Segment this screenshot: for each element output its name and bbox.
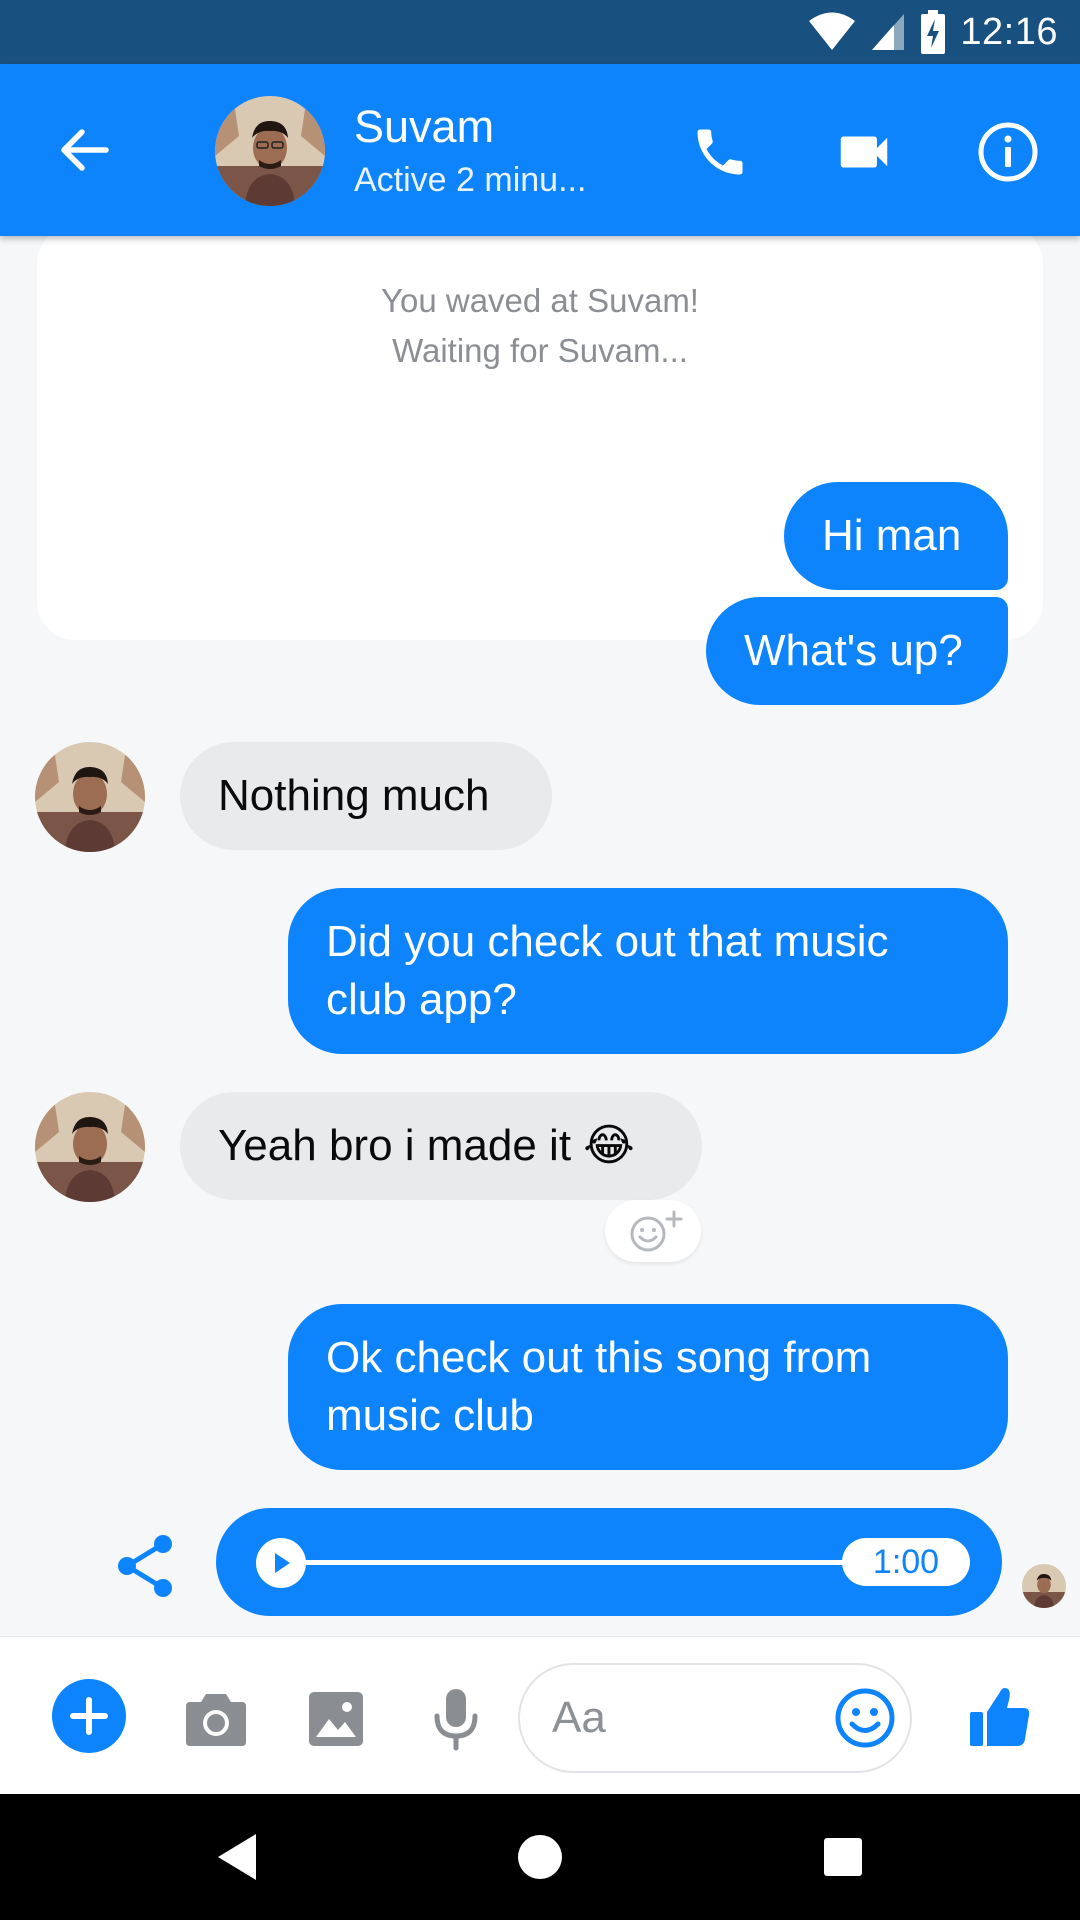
camera-button[interactable] bbox=[178, 1681, 254, 1757]
back-button[interactable] bbox=[52, 118, 116, 182]
camera-icon bbox=[186, 1694, 246, 1746]
thumbs-up-icon bbox=[970, 1688, 1030, 1746]
contact-avatar-small[interactable] bbox=[35, 1092, 145, 1202]
square-recents-icon bbox=[824, 1838, 862, 1876]
incoming-message[interactable]: Yeah bro i made it 😂 bbox=[180, 1092, 702, 1200]
message-text: What's up? bbox=[744, 626, 963, 675]
message-text: Did you check out that music club app? bbox=[326, 917, 889, 1024]
system-navigation-bar bbox=[0, 1794, 1080, 1920]
plus-icon bbox=[70, 1697, 108, 1735]
gallery-button[interactable] bbox=[298, 1681, 374, 1757]
message-text: Ok check out this song from music club bbox=[326, 1333, 872, 1440]
conversation-header: Suvam Active 2 minu... bbox=[0, 64, 1080, 236]
outgoing-message[interactable]: Ok check out this song from music club bbox=[288, 1304, 1008, 1470]
add-reaction-icon bbox=[630, 1210, 683, 1252]
circle-home-icon bbox=[518, 1835, 562, 1879]
triangle-back-icon bbox=[218, 1834, 256, 1880]
add-reaction-button[interactable] bbox=[605, 1200, 701, 1262]
contact-avatar-small[interactable] bbox=[35, 742, 145, 852]
audio-progress-track[interactable] bbox=[304, 1560, 864, 1565]
share-icon bbox=[118, 1535, 172, 1597]
battery-charging-icon bbox=[920, 10, 946, 54]
phone-icon bbox=[697, 129, 743, 175]
outgoing-message[interactable]: Did you check out that music club app? bbox=[288, 888, 1008, 1054]
status-bar: 12:16 bbox=[0, 0, 1080, 64]
message-composer bbox=[0, 1636, 1080, 1794]
play-icon bbox=[275, 1553, 290, 1573]
incoming-message[interactable]: Nothing much bbox=[180, 742, 552, 850]
emoji-button[interactable] bbox=[832, 1685, 898, 1751]
status-time: 12:16 bbox=[960, 10, 1058, 53]
signal-icon bbox=[870, 12, 906, 52]
voice-call-button[interactable] bbox=[682, 114, 758, 190]
message-text: Hi man bbox=[822, 511, 962, 560]
audio-message-player[interactable]: 1:00 bbox=[216, 1508, 1002, 1616]
message-text: Yeah bro i made it 😂 bbox=[218, 1121, 635, 1170]
nav-home-button[interactable] bbox=[507, 1824, 573, 1890]
contact-info[interactable]: Suvam Active 2 minu... bbox=[354, 100, 586, 202]
wifi-icon bbox=[808, 12, 856, 52]
wave-notice-text: You waved at Suvam! Waiting for Suvam... bbox=[37, 276, 1043, 376]
share-button[interactable] bbox=[112, 1530, 178, 1602]
microphone-icon bbox=[434, 1689, 478, 1751]
video-call-button[interactable] bbox=[826, 114, 902, 190]
voice-record-button[interactable] bbox=[418, 1681, 494, 1757]
wave-notice-line2: Waiting for Suvam... bbox=[392, 332, 688, 369]
gallery-icon bbox=[309, 1692, 363, 1746]
emoji-icon bbox=[835, 1688, 895, 1748]
nav-recents-button[interactable] bbox=[810, 1824, 876, 1890]
conversation-info-button[interactable] bbox=[970, 114, 1046, 190]
message-input[interactable] bbox=[552, 1687, 812, 1749]
message-text: Nothing much bbox=[218, 771, 490, 820]
outgoing-message[interactable]: Hi man bbox=[784, 482, 1008, 590]
contact-name: Suvam bbox=[354, 101, 495, 152]
seen-receipt-avatar bbox=[1022, 1564, 1066, 1608]
play-button[interactable] bbox=[256, 1538, 306, 1588]
audio-duration: 1:00 bbox=[842, 1538, 970, 1586]
message-thread[interactable]: You waved at Suvam! Waiting for Suvam...… bbox=[0, 226, 1080, 1636]
wave-notice-line1: You waved at Suvam! bbox=[381, 282, 699, 319]
contact-active-status: Active 2 minu... bbox=[354, 161, 587, 199]
arrow-back-icon bbox=[61, 129, 109, 171]
contact-avatar[interactable] bbox=[215, 96, 325, 206]
video-camera-icon bbox=[840, 136, 888, 168]
info-icon bbox=[978, 122, 1038, 182]
message-input-container[interactable] bbox=[518, 1663, 912, 1773]
like-button[interactable] bbox=[958, 1675, 1042, 1759]
more-actions-button[interactable] bbox=[52, 1679, 126, 1753]
outgoing-message[interactable]: What's up? bbox=[706, 597, 1008, 705]
nav-back-button[interactable] bbox=[204, 1824, 270, 1890]
